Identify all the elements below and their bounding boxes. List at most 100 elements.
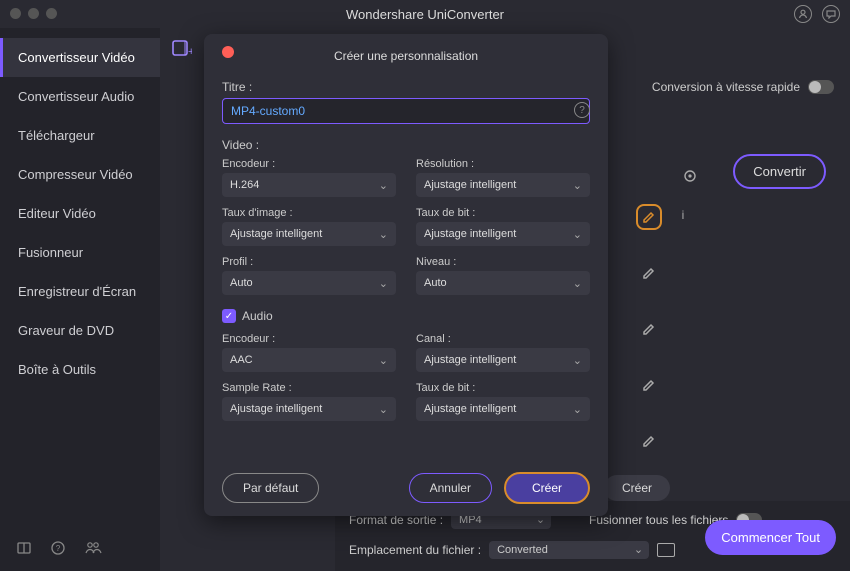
samplerate-select[interactable]: Ajustage intelligent bbox=[222, 397, 396, 421]
edit-output-icon[interactable] bbox=[636, 316, 662, 342]
resolution-select[interactable]: Ajustage intelligent bbox=[416, 173, 590, 197]
minimize-window-icon[interactable] bbox=[28, 8, 39, 19]
audio-bitrate-label: Taux de bit : bbox=[416, 382, 590, 394]
encoder-label: Encodeur : bbox=[222, 158, 396, 170]
framerate-label: Taux d'image : bbox=[222, 207, 396, 219]
modal-help-icon[interactable]: ? bbox=[574, 102, 590, 118]
high-speed-label: Conversion à vitesse rapide bbox=[652, 80, 800, 94]
add-file-icon[interactable]: + bbox=[170, 37, 192, 59]
profile-label: Profil : bbox=[222, 256, 396, 268]
svg-text:?: ? bbox=[56, 544, 61, 553]
sidebar-item-label: Enregistreur d'Écran bbox=[18, 284, 136, 299]
title-field-label: Titre : bbox=[222, 80, 590, 94]
audio-checkbox[interactable]: ✓ bbox=[222, 309, 236, 323]
settings-icon[interactable] bbox=[682, 168, 698, 187]
channel-value: Ajustage intelligent bbox=[424, 354, 516, 366]
svg-text:+: + bbox=[188, 46, 192, 58]
edit-output-icon[interactable] bbox=[636, 204, 662, 230]
app-title: Wondershare UniConverter bbox=[346, 7, 504, 22]
samplerate-label: Sample Rate : bbox=[222, 382, 396, 394]
create-preset-label: Créer bbox=[622, 481, 652, 495]
sidebar-bottom: ? bbox=[0, 528, 160, 571]
sidebar-item-label: Convertisseur Audio bbox=[18, 89, 134, 104]
edit-output-icon[interactable] bbox=[636, 428, 662, 454]
modal-title: Créer une personnalisation bbox=[334, 49, 478, 63]
encoder-value: H.264 bbox=[230, 179, 259, 191]
maximize-window-icon[interactable] bbox=[46, 8, 57, 19]
resolution-label: Résolution : bbox=[416, 158, 590, 170]
sidebar-item-screen-recorder[interactable]: Enregistreur d'Écran bbox=[0, 272, 160, 311]
level-value: Auto bbox=[424, 277, 447, 289]
resolution-value: Ajustage intelligent bbox=[424, 179, 516, 191]
sidebar-item-video-compressor[interactable]: Compresseur Vidéo bbox=[0, 155, 160, 194]
level-select[interactable]: Auto bbox=[416, 271, 590, 295]
edit-output-icon[interactable] bbox=[636, 372, 662, 398]
sidebar-item-label: Editeur Vidéo bbox=[18, 206, 96, 221]
close-window-icon[interactable] bbox=[10, 8, 21, 19]
modal-header: Créer une personnalisation bbox=[222, 44, 590, 68]
sidebar-item-merger[interactable]: Fusionneur bbox=[0, 233, 160, 272]
channel-label: Canal : bbox=[416, 333, 590, 345]
sidebar-item-label: Boîte à Outils bbox=[18, 362, 96, 377]
create-button-label: Créer bbox=[532, 481, 562, 495]
encoder-select[interactable]: H.264 bbox=[222, 173, 396, 197]
modal-close-icon[interactable] bbox=[222, 46, 234, 58]
bitrate-select[interactable]: Ajustage intelligent bbox=[416, 222, 590, 246]
output-location-select[interactable]: Converted bbox=[489, 541, 649, 559]
audio-encoder-select[interactable]: AAC bbox=[222, 348, 396, 372]
level-label: Niveau : bbox=[416, 256, 590, 268]
audio-bitrate-value: Ajustage intelligent bbox=[424, 403, 516, 415]
sidebar: Convertisseur Vidéo Convertisseur Audio … bbox=[0, 28, 160, 571]
open-folder-icon[interactable] bbox=[657, 543, 675, 557]
default-button-label: Par défaut bbox=[243, 481, 298, 495]
modal-footer: Par défaut Annuler Créer bbox=[222, 472, 590, 504]
profile-value: Auto bbox=[230, 277, 253, 289]
cancel-button[interactable]: Annuler bbox=[409, 473, 492, 503]
convert-button[interactable]: Convertir bbox=[733, 154, 826, 189]
default-button[interactable]: Par défaut bbox=[222, 473, 319, 503]
sidebar-item-video-editor[interactable]: Editeur Vidéo bbox=[0, 194, 160, 233]
create-preset-button[interactable]: Créer bbox=[604, 475, 670, 501]
account-icon[interactable] bbox=[794, 5, 812, 23]
audio-checkbox-row[interactable]: ✓ Audio bbox=[222, 309, 590, 323]
titlebar: Wondershare UniConverter bbox=[0, 0, 850, 28]
custom-preset-modal: Créer une personnalisation ? Titre : Vid… bbox=[204, 34, 608, 516]
sidebar-item-label: Convertisseur Vidéo bbox=[18, 50, 135, 65]
audio-bitrate-select[interactable]: Ajustage intelligent bbox=[416, 397, 590, 421]
sidebar-item-downloader[interactable]: Téléchargeur bbox=[0, 116, 160, 155]
sidebar-item-toolbox[interactable]: Boîte à Outils bbox=[0, 350, 160, 389]
output-location-value: Converted bbox=[497, 544, 548, 556]
channel-select[interactable]: Ajustage intelligent bbox=[416, 348, 590, 372]
sidebar-item-video-converter[interactable]: Convertisseur Vidéo bbox=[0, 38, 160, 77]
output-location-label: Emplacement du fichier : bbox=[349, 543, 481, 557]
community-icon[interactable] bbox=[84, 540, 102, 559]
sidebar-item-label: Compresseur Vidéo bbox=[18, 167, 133, 182]
audio-encoder-label: Encodeur : bbox=[222, 333, 396, 345]
tutorial-icon[interactable] bbox=[16, 540, 32, 559]
create-button[interactable]: Créer bbox=[504, 472, 590, 504]
edit-output-icon[interactable] bbox=[636, 260, 662, 286]
sidebar-item-audio-converter[interactable]: Convertisseur Audio bbox=[0, 77, 160, 116]
info-icon[interactable]: i bbox=[674, 206, 692, 224]
audio-checkbox-label: Audio bbox=[242, 309, 273, 323]
profile-select[interactable]: Auto bbox=[222, 271, 396, 295]
sidebar-item-label: Graveur de DVD bbox=[18, 323, 114, 338]
start-all-label: Commencer Tout bbox=[721, 530, 820, 545]
window-controls bbox=[10, 8, 57, 19]
bitrate-value: Ajustage intelligent bbox=[424, 228, 516, 240]
merge-label: Fusionner tous les fichiers bbox=[589, 513, 728, 527]
sidebar-item-label: Téléchargeur bbox=[18, 128, 95, 143]
samplerate-value: Ajustage intelligent bbox=[230, 403, 322, 415]
bitrate-label: Taux de bit : bbox=[416, 207, 590, 219]
help-icon[interactable]: ? bbox=[50, 540, 66, 559]
framerate-select[interactable]: Ajustage intelligent bbox=[222, 222, 396, 246]
framerate-value: Ajustage intelligent bbox=[230, 228, 322, 240]
high-speed-toggle[interactable] bbox=[808, 80, 834, 94]
feedback-icon[interactable] bbox=[822, 5, 840, 23]
preset-title-input[interactable] bbox=[222, 98, 590, 124]
titlebar-right bbox=[794, 5, 840, 23]
sidebar-item-dvd-burner[interactable]: Graveur de DVD bbox=[0, 311, 160, 350]
start-all-button[interactable]: Commencer Tout bbox=[705, 520, 836, 555]
high-speed-toggle-row: Conversion à vitesse rapide bbox=[652, 80, 834, 94]
video-section-label: Video : bbox=[222, 138, 590, 152]
